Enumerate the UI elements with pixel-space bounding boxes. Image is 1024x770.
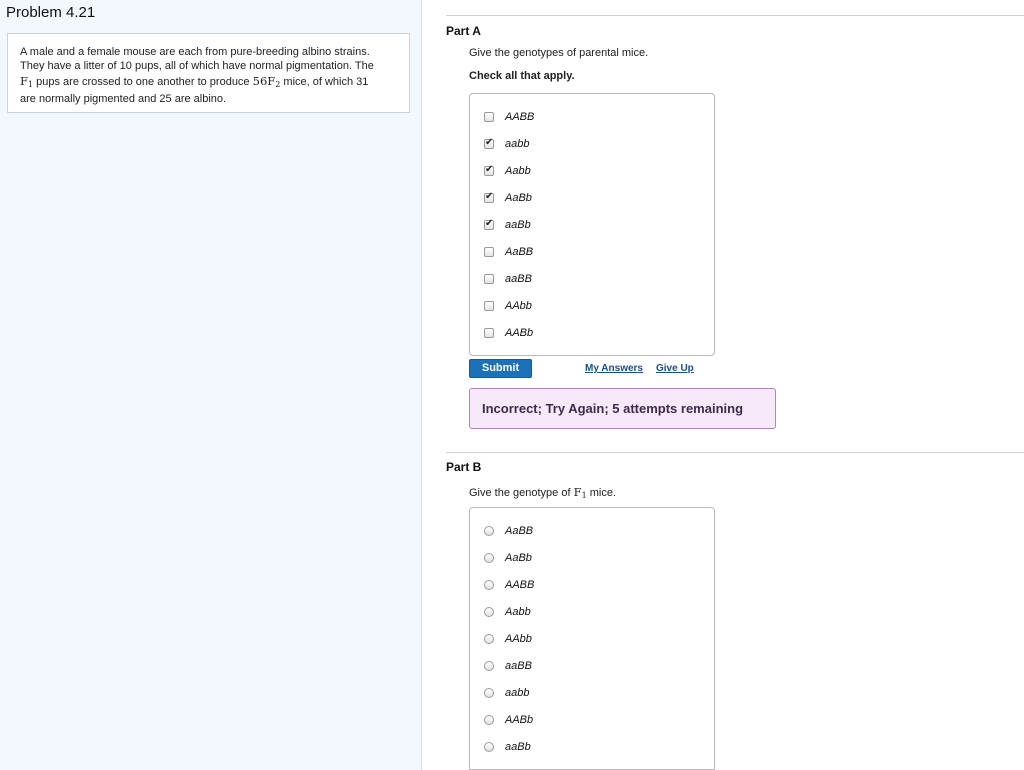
option-label: AaBb <box>505 552 532 564</box>
feedback-message: Incorrect; Try Again; 5 attempts remaini… <box>469 388 776 429</box>
radio-button[interactable] <box>484 607 494 617</box>
radio-option[interactable]: Aabb <box>484 602 531 622</box>
option-aabb-8[interactable]: AAbb <box>484 296 532 316</box>
option-aabb-6[interactable]: AaBB <box>484 242 533 262</box>
radio-button[interactable] <box>484 580 494 590</box>
radio-button[interactable] <box>484 553 494 563</box>
radio-button[interactable] <box>484 742 494 752</box>
option-label: aabb <box>505 687 530 699</box>
radio-button[interactable] <box>484 526 494 536</box>
option-label: aaBB <box>505 660 532 672</box>
checkbox[interactable] <box>484 137 494 149</box>
problem-text-segment: mice, of which 31 <box>280 75 369 88</box>
part-b-divider <box>446 452 1024 453</box>
part-b-options: AaBB AaBb AABB Aabb AAbb aaBB aabb AABb … <box>469 507 715 770</box>
problem-title: Problem 4.21 <box>6 4 96 21</box>
option-label: AABb <box>505 714 534 726</box>
option-label: Aabb <box>505 165 531 177</box>
option-aabb-lower-het[interactable]: aaBb <box>484 215 531 235</box>
checkbox[interactable] <box>484 301 494 311</box>
part-a-options: AABB aabb Aabb AaBb aaBb AaBB aaBB AAbb … <box>469 93 715 356</box>
problem-text-line: are normally pigmented and 25 are albino… <box>20 92 227 105</box>
option-aabb-het[interactable]: AaBb <box>484 188 532 208</box>
option-aabb-7[interactable]: aaBB <box>484 269 532 289</box>
part-a-divider <box>446 15 1024 16</box>
prompt-segment: Give the genotype of <box>469 487 574 499</box>
option-label: AAbb <box>505 300 532 312</box>
part-a-instruction: Check all that apply. <box>469 70 575 82</box>
checkbox[interactable] <box>484 164 494 176</box>
f1-symbol: F <box>573 485 582 499</box>
radio-option[interactable]: AAbb <box>484 629 532 649</box>
option-label: aaBb <box>505 741 531 753</box>
my-answers-link[interactable]: My Answers <box>585 363 643 374</box>
option-label: AaBb <box>505 192 532 204</box>
problem-text-line: F1 pups are crossed to one another to pr… <box>20 74 397 92</box>
radio-option[interactable]: AaBB <box>484 521 533 541</box>
problem-text-line: They have a litter of 10 pups, all of wh… <box>20 60 374 73</box>
option-aabb-9[interactable]: AABb <box>484 323 533 343</box>
option-label: Aabb <box>505 606 531 618</box>
radio-button[interactable] <box>484 661 494 671</box>
give-up-link[interactable]: Give Up <box>656 363 694 374</box>
problem-panel: Problem 4.21 A male and a female mouse a… <box>0 0 422 770</box>
option-label: aaBb <box>505 219 531 231</box>
part-b-prompt: Give the genotype of F1 mice. <box>469 485 616 500</box>
f1-symbol: F <box>20 73 28 88</box>
checkbox[interactable] <box>484 328 494 338</box>
checkbox[interactable] <box>484 247 494 257</box>
checkbox[interactable] <box>484 191 494 203</box>
radio-option[interactable]: aaBb <box>484 737 531 757</box>
problem-text-line: A male and a female mouse are each from … <box>20 46 370 58</box>
radio-button[interactable] <box>484 715 494 725</box>
option-label: AABB <box>505 111 535 123</box>
problem-statement: A male and a female mouse are each from … <box>7 33 410 113</box>
part-b-title[interactable]: Part B <box>446 460 481 474</box>
radio-option[interactable]: aabb <box>484 683 529 703</box>
radio-button[interactable] <box>484 634 494 644</box>
checkbox[interactable] <box>484 112 494 122</box>
radio-option[interactable]: AABB <box>484 575 534 595</box>
option-label: AABB <box>505 579 535 591</box>
prompt-segment: mice. <box>586 487 616 499</box>
part-a-prompt: Give the genotypes of parental mice. <box>469 47 649 59</box>
option-aabb-upper[interactable]: AABB <box>484 107 534 127</box>
checkbox[interactable] <box>484 218 494 230</box>
option-label: AABb <box>505 327 534 339</box>
submit-button[interactable]: Submit <box>469 359 532 378</box>
radio-option[interactable]: AaBb <box>484 548 532 568</box>
checkbox[interactable] <box>484 274 494 284</box>
option-label: AaBB <box>505 246 534 258</box>
answer-panel: Part A Give the genotypes of parental mi… <box>423 0 1024 770</box>
option-aabb-mixed[interactable]: Aabb <box>484 161 531 181</box>
problem-text-segment: pups are crossed to one another to produ… <box>33 75 253 88</box>
radio-button[interactable] <box>484 688 494 698</box>
radio-option[interactable]: AABb <box>484 710 533 730</box>
option-label: AaBB <box>505 525 534 537</box>
f2-count: 56F <box>252 73 276 88</box>
option-label: aabb <box>505 138 530 150</box>
option-label: AAbb <box>505 633 532 645</box>
option-aabb[interactable]: aabb <box>484 134 529 154</box>
option-label: aaBB <box>505 273 532 285</box>
radio-option[interactable]: aaBB <box>484 656 532 676</box>
part-a-title[interactable]: Part A <box>446 24 481 38</box>
